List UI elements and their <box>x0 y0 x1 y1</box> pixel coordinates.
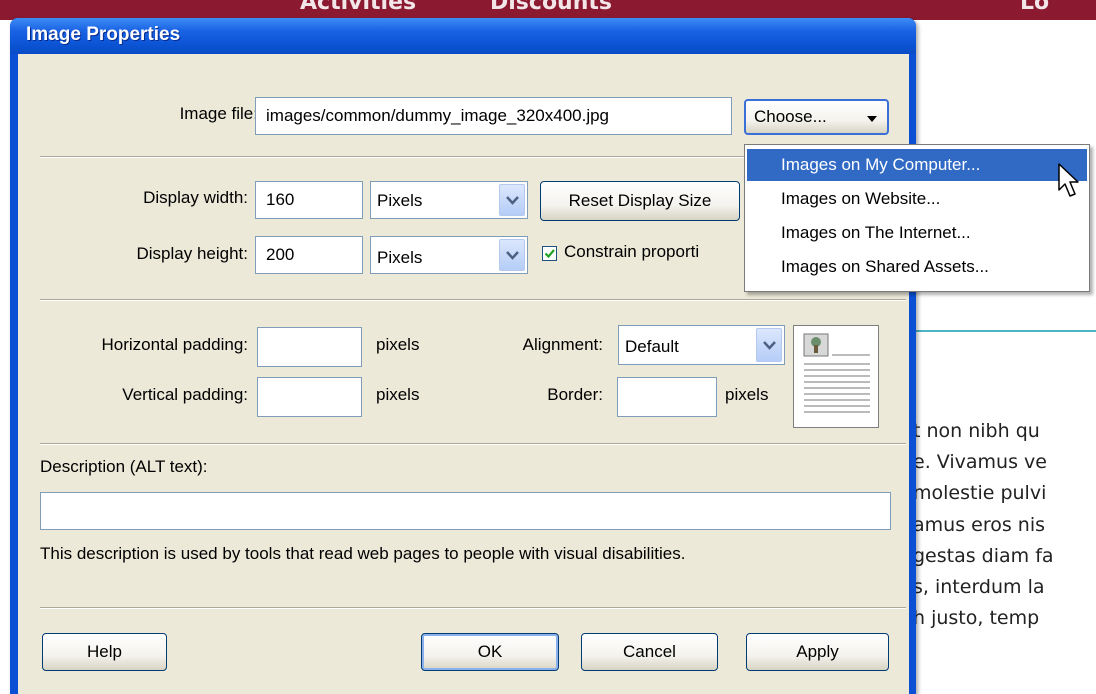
dropdown-arrow[interactable] <box>499 184 525 216</box>
display-width-unit-select[interactable]: Pixels <box>370 181 528 219</box>
separator <box>40 443 906 445</box>
choose-button-label: Choose... <box>754 107 827 126</box>
display-width-input[interactable]: 160 <box>255 181 363 219</box>
display-height-input[interactable]: 200 <box>255 236 363 274</box>
chevron-down-icon <box>867 116 877 122</box>
border-unit: pixels <box>725 385 769 404</box>
dropdown-arrow[interactable] <box>499 239 525 271</box>
alignment-select[interactable]: Default <box>618 325 785 365</box>
description-help-text: This description is used by tools that r… <box>40 544 686 563</box>
menu-item-images-on-my-computer[interactable]: Images on My Computer... <box>747 149 1087 181</box>
image-properties-dialog: Image Properties Image file: images/comm… <box>10 18 916 694</box>
banner-link-right[interactable]: Lo <box>1020 0 1049 15</box>
page-text-line: molestie pulvi <box>913 482 1047 505</box>
horizontal-padding-label: Horizontal padding: <box>101 335 248 354</box>
vertical-padding-input[interactable] <box>257 377 362 417</box>
constrain-proportions-label[interactable]: Constrain proporti <box>564 242 699 262</box>
page-text-line: e. Vivamus ve <box>913 451 1047 474</box>
page-text-line: t non nibh qu <box>913 420 1040 442</box>
display-height-label: Display height: <box>136 244 248 263</box>
border-input[interactable] <box>617 377 717 417</box>
border-label: Border: <box>547 385 603 404</box>
display-height-unit-select[interactable]: Pixels <box>370 236 528 274</box>
image-file-label: Image file: <box>179 104 258 123</box>
chevron-down-icon <box>506 251 519 260</box>
vertical-padding-unit: pixels <box>376 385 420 404</box>
description-input[interactable] <box>40 492 891 530</box>
page-body-text: t non nibh qu e. Vivamus ve molestie pul… <box>913 416 1096 634</box>
choose-button[interactable]: Choose... <box>744 99 889 135</box>
display-height-unit-value: Pixels <box>377 248 423 267</box>
cancel-button[interactable]: Cancel <box>581 633 718 671</box>
help-button[interactable]: Help <box>42 633 167 671</box>
alignment-preview <box>793 325 879 428</box>
dialog-titlebar[interactable]: Image Properties <box>10 18 916 54</box>
constrain-proportions-checkbox[interactable] <box>542 246 557 261</box>
page-banner: Activities Discounts Lo <box>0 0 1096 20</box>
menu-item-images-on-the-internet[interactable]: Images on The Internet... <box>747 217 1087 249</box>
page-text-line: gestas diam fa <box>913 544 1054 567</box>
choose-image-menu: Images on My Computer... Images on Websi… <box>744 144 1090 292</box>
alignment-preview-icon <box>803 333 870 413</box>
horizontal-padding-input[interactable] <box>257 327 362 367</box>
page-divider <box>905 330 1096 332</box>
banner-link-activities[interactable]: Activities <box>300 0 416 15</box>
vertical-padding-label: Vertical padding: <box>122 385 248 404</box>
display-width-unit-value: Pixels <box>377 191 423 210</box>
horizontal-padding-unit: pixels <box>376 335 420 354</box>
mouse-cursor-icon <box>1058 163 1079 197</box>
chevron-down-icon <box>506 196 519 205</box>
menu-item-images-on-shared-assets[interactable]: Images on Shared Assets... <box>747 251 1087 283</box>
separator <box>40 299 906 301</box>
ok-button[interactable]: OK <box>421 633 559 671</box>
description-label: Description (ALT text): <box>40 457 208 476</box>
separator <box>40 607 906 609</box>
page-text-line: amus eros nis <box>913 513 1045 536</box>
dropdown-arrow[interactable] <box>756 328 782 362</box>
menu-item-images-on-website[interactable]: Images on Website... <box>747 183 1087 215</box>
checkmark-icon <box>544 249 555 259</box>
page-text-line: h justo, temp <box>913 607 1040 630</box>
banner-link-discounts[interactable]: Discounts <box>490 0 612 15</box>
reset-display-size-button[interactable]: Reset Display Size <box>540 181 740 221</box>
apply-button[interactable]: Apply <box>746 633 889 671</box>
image-file-input[interactable]: images/common/dummy_image_320x400.jpg <box>255 97 732 135</box>
alignment-value: Default <box>625 337 679 356</box>
alignment-label: Alignment: <box>522 335 603 354</box>
display-width-label: Display width: <box>143 188 248 207</box>
chevron-down-icon <box>763 341 776 350</box>
dialog-title: Image Properties <box>26 24 181 45</box>
page-text-line: s, interdum la <box>913 575 1045 598</box>
